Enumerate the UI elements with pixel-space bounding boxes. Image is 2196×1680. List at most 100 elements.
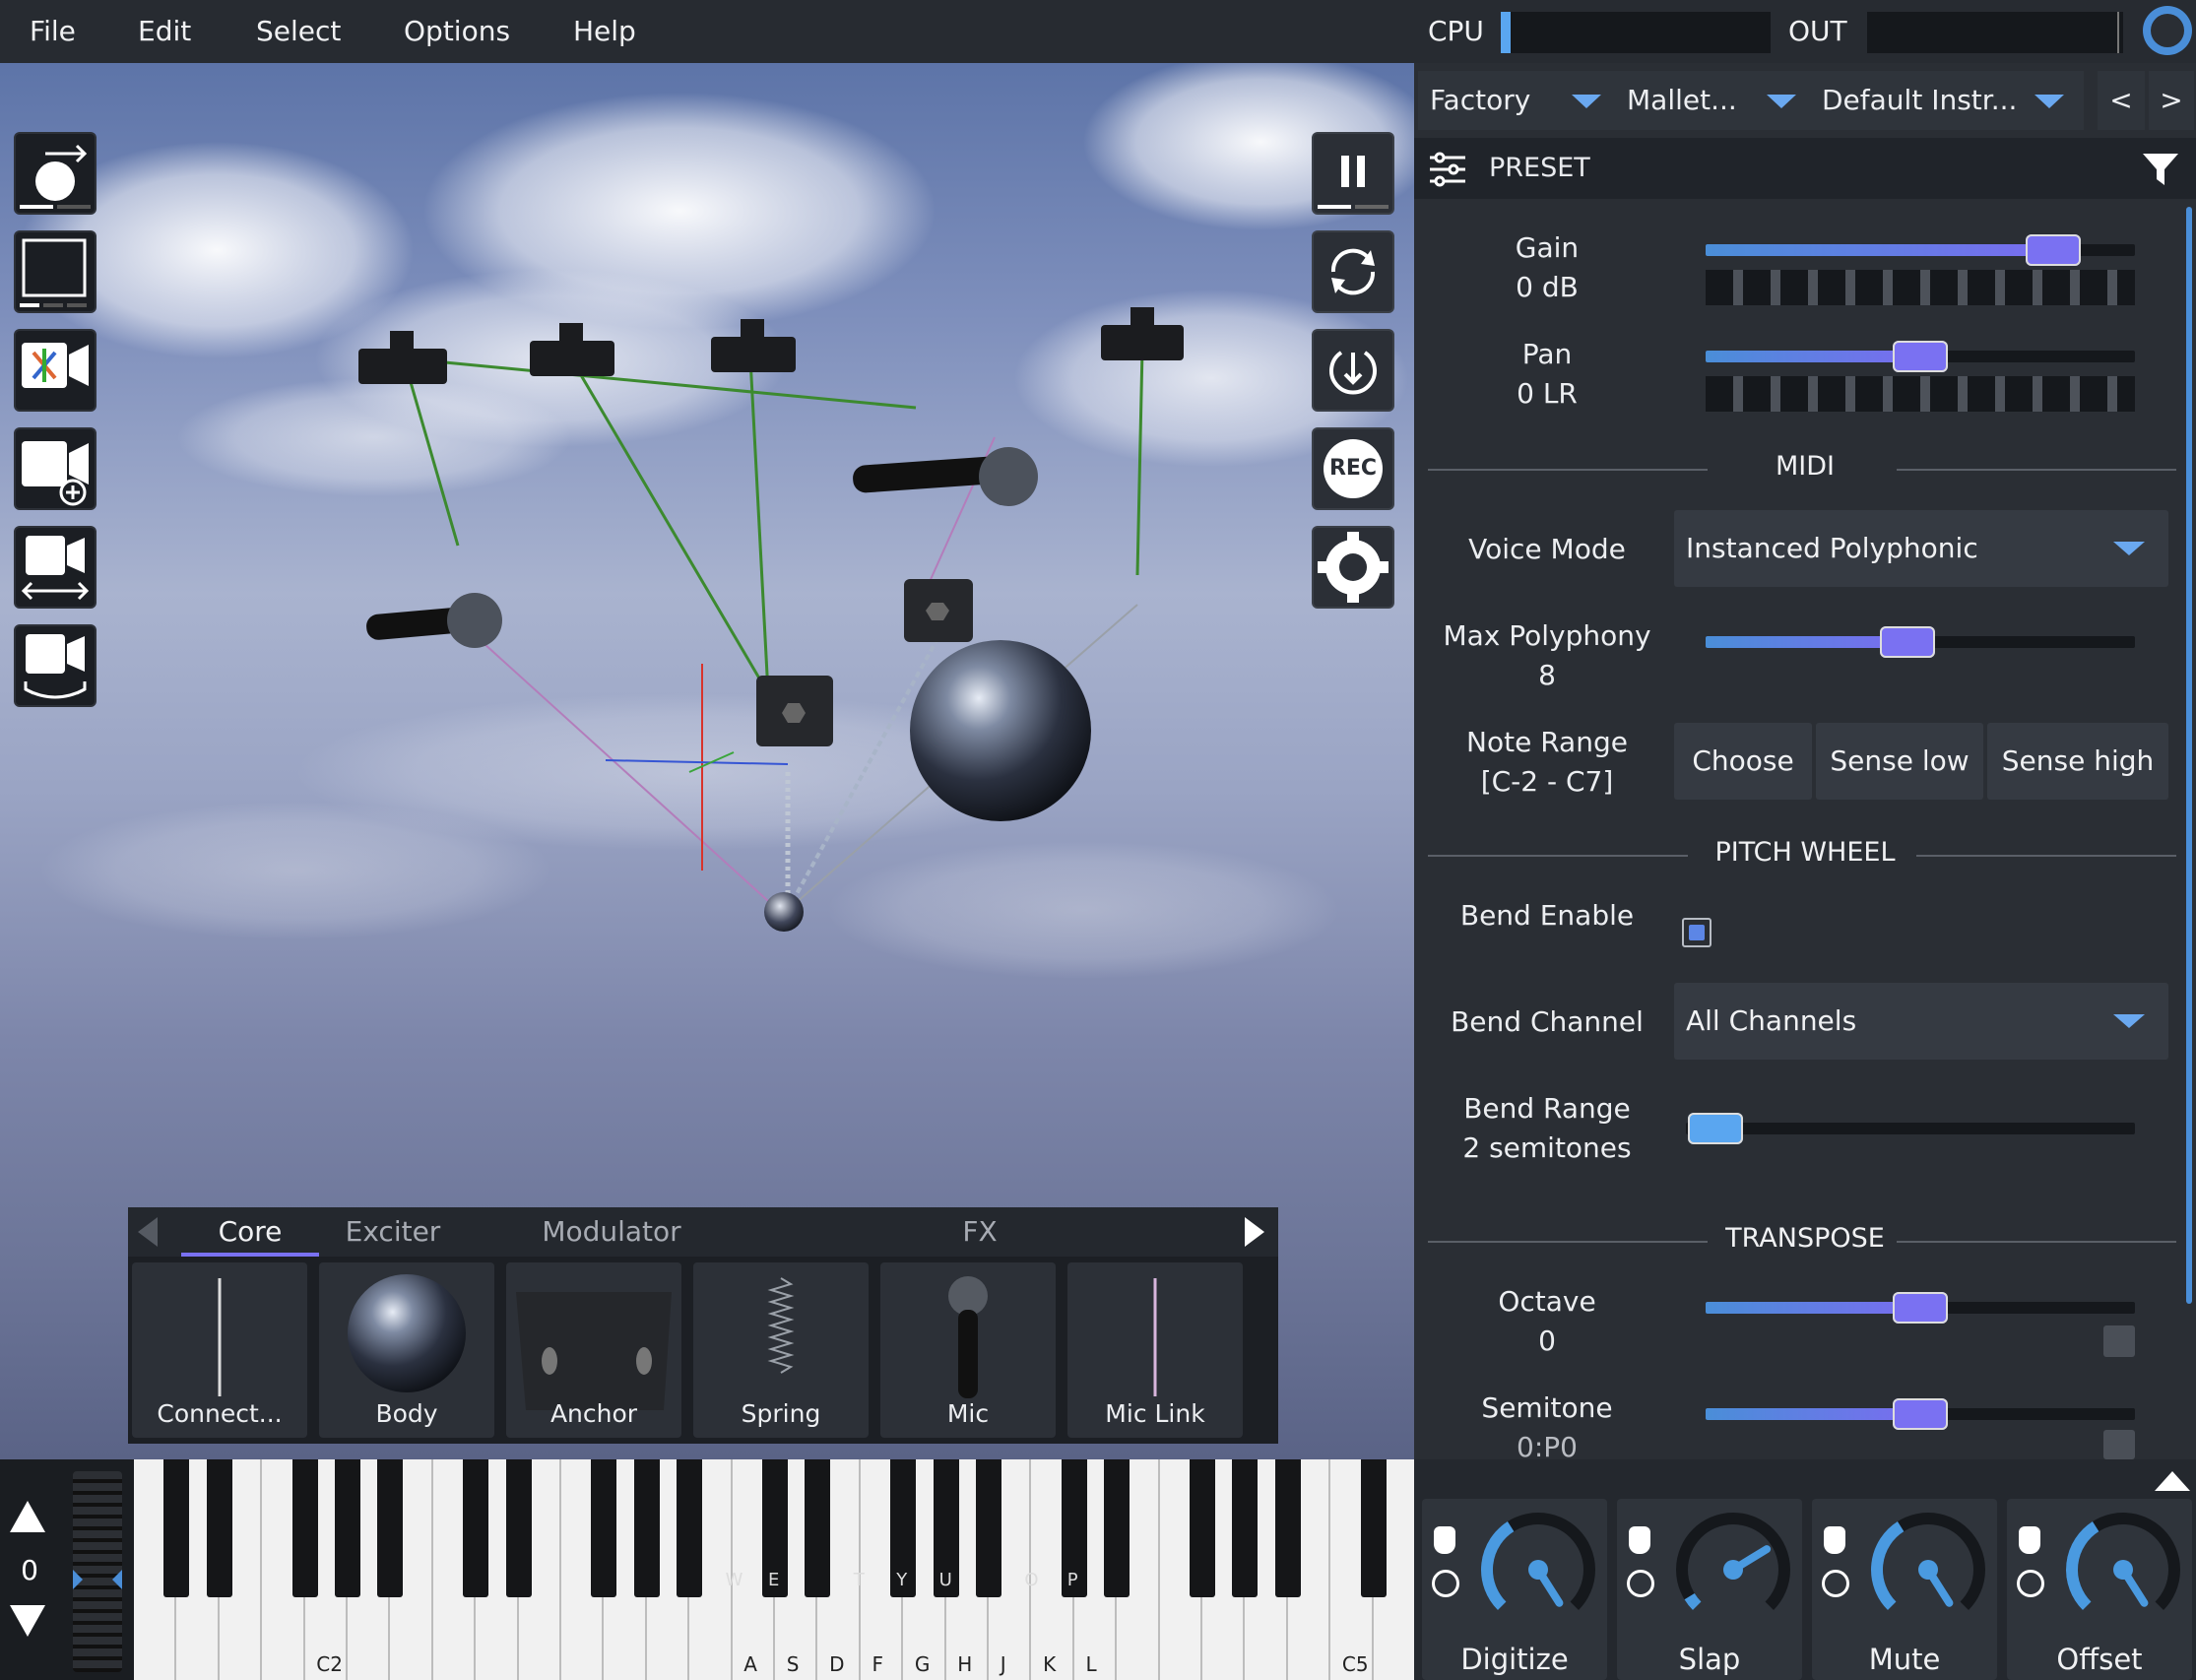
drop-button[interactable] xyxy=(1314,331,1392,410)
camera-pan-icon[interactable] xyxy=(16,528,95,607)
palette-item-label: Anchor xyxy=(549,1399,638,1428)
camera-orbit-icon[interactable] xyxy=(16,626,95,705)
sense-low-button[interactable]: Sense low xyxy=(1816,723,1983,800)
pause-button[interactable] xyxy=(1314,134,1392,213)
bend-enable-checkbox[interactable] xyxy=(1682,918,1712,947)
macro-label: Slap xyxy=(1678,1643,1741,1676)
black-key[interactable] xyxy=(976,1459,1001,1597)
tab-modulator[interactable]: Modulator xyxy=(469,1207,754,1257)
black-key[interactable] xyxy=(163,1459,190,1597)
black-key[interactable] xyxy=(1360,1459,1387,1597)
black-key[interactable] xyxy=(1232,1459,1259,1597)
octave-slider-thumb[interactable] xyxy=(1893,1292,1948,1324)
hand-icon[interactable] xyxy=(2019,1526,2040,1554)
dice-icon[interactable] xyxy=(2103,1430,2135,1459)
black-key[interactable] xyxy=(206,1459,232,1597)
palette-item-mic[interactable]: Mic xyxy=(880,1262,1056,1438)
camera-color-icon[interactable] xyxy=(16,331,95,410)
voice-mode-select[interactable]: Instanced Polyphonic xyxy=(1674,510,2168,587)
bend-range-slider[interactable] xyxy=(1686,1113,2135,1144)
macro-offset[interactable]: Offset xyxy=(2007,1499,2192,1680)
tab-core[interactable]: Core xyxy=(181,1207,319,1257)
black-key[interactable] xyxy=(1274,1459,1301,1597)
menu-options[interactable]: Options xyxy=(404,0,510,63)
palette-item-mic-link[interactable]: Mic Link xyxy=(1067,1262,1243,1438)
max-polyphony-fill xyxy=(1706,636,1907,648)
sense-high-button[interactable]: Sense high xyxy=(1987,723,2168,800)
pitch-wheel[interactable] xyxy=(73,1471,122,1672)
tab-fx[interactable]: FX xyxy=(758,1207,1201,1257)
black-key[interactable] xyxy=(1104,1459,1130,1597)
menu-edit[interactable]: Edit xyxy=(138,0,191,63)
menu-file[interactable]: File xyxy=(30,0,76,63)
octave-up-icon[interactable] xyxy=(10,1501,45,1532)
octave-slider[interactable] xyxy=(1706,1292,2135,1324)
macro-digitize[interactable]: Digitize xyxy=(1422,1499,1607,1680)
black-key[interactable] xyxy=(377,1459,404,1597)
black-key[interactable] xyxy=(505,1459,532,1597)
macro-mute[interactable]: Mute xyxy=(1812,1499,1997,1680)
hand-icon[interactable] xyxy=(1434,1526,1455,1554)
panel-scrollbar[interactable] xyxy=(2186,207,2192,1304)
output-knob[interactable] xyxy=(2143,6,2192,55)
black-key[interactable] xyxy=(1190,1459,1215,1597)
modulate-icon[interactable] xyxy=(2017,1570,2044,1597)
black-key[interactable] xyxy=(291,1459,318,1597)
modulate-icon[interactable] xyxy=(1822,1570,1849,1597)
modulate-icon[interactable] xyxy=(1627,1570,1654,1597)
choose-button[interactable]: Choose xyxy=(1674,723,1812,800)
modulate-icon[interactable] xyxy=(1432,1570,1459,1597)
pan-label: Pan xyxy=(1521,338,1573,370)
macro-slap[interactable]: Slap xyxy=(1617,1499,1802,1680)
octave-down-icon[interactable] xyxy=(10,1605,45,1637)
keys-area[interactable]: C2 A S D F G H J K L C5 W E T Y U O P xyxy=(134,1459,1414,1680)
frame-view-tool[interactable] xyxy=(16,232,95,311)
hand-icon[interactable] xyxy=(1824,1526,1845,1554)
add-object-tool[interactable] xyxy=(16,134,95,213)
black-key[interactable] xyxy=(591,1459,617,1597)
sliders-icon xyxy=(1430,152,1465,187)
filter-icon[interactable] xyxy=(2141,150,2180,189)
tab-exciter[interactable]: Exciter xyxy=(321,1207,465,1257)
pan-slider[interactable] xyxy=(1706,341,2135,372)
bend-channel-select[interactable]: All Channels xyxy=(1674,983,2168,1060)
pan-slider-thumb[interactable] xyxy=(1893,341,1948,372)
gain-slider-thumb[interactable] xyxy=(2026,234,2082,266)
bank-dropdown[interactable]: Factory xyxy=(1418,71,1623,130)
menu-help[interactable]: Help xyxy=(573,0,636,63)
palette-next-icon[interactable] xyxy=(1245,1217,1264,1247)
hand-icon[interactable] xyxy=(1629,1526,1650,1554)
black-key[interactable] xyxy=(677,1459,703,1597)
semitone-slider-thumb[interactable] xyxy=(1893,1398,1948,1430)
black-key[interactable] xyxy=(805,1459,831,1597)
black-key[interactable] xyxy=(335,1459,360,1597)
settings-gear-icon[interactable] xyxy=(1314,528,1392,607)
dice-icon[interactable] xyxy=(2103,1325,2135,1357)
next-preset-button[interactable]: > xyxy=(2149,71,2194,130)
bend-range-label: Bend Range xyxy=(1463,1092,1631,1125)
expand-up-icon[interactable] xyxy=(2155,1471,2190,1491)
camera-add-icon[interactable] xyxy=(16,429,95,508)
note-range-label: Note Range xyxy=(1466,726,1628,758)
prev-preset-button[interactable]: < xyxy=(2098,71,2145,130)
component-palette: Core Exciter Modulator FX Connect... Bod… xyxy=(128,1207,1278,1444)
max-polyphony-thumb[interactable] xyxy=(1879,626,1935,658)
max-polyphony-slider[interactable] xyxy=(1706,626,2135,658)
palette-item-body[interactable]: Body xyxy=(319,1262,494,1438)
palette-item-spring[interactable]: Spring xyxy=(693,1262,869,1438)
preset-dropdown[interactable]: Default Instr... xyxy=(1810,71,2084,130)
black-key[interactable] xyxy=(463,1459,489,1597)
bend-range-thumb[interactable] xyxy=(1688,1113,1743,1144)
palette-item-anchor[interactable]: Anchor xyxy=(506,1262,681,1438)
semitone-label: Semitone xyxy=(1481,1391,1613,1424)
menu-select[interactable]: Select xyxy=(256,0,341,63)
record-button[interactable]: REC xyxy=(1314,429,1392,508)
palette-item-connector[interactable]: Connect... xyxy=(132,1262,307,1438)
palette-prev-icon[interactable] xyxy=(138,1217,158,1247)
semitone-slider[interactable] xyxy=(1706,1398,2135,1430)
reset-button[interactable] xyxy=(1314,232,1392,311)
category-dropdown[interactable]: Mallet... xyxy=(1615,71,1818,130)
black-key[interactable] xyxy=(633,1459,660,1597)
key-label: A xyxy=(743,1652,757,1676)
gain-slider[interactable] xyxy=(1706,234,2135,266)
